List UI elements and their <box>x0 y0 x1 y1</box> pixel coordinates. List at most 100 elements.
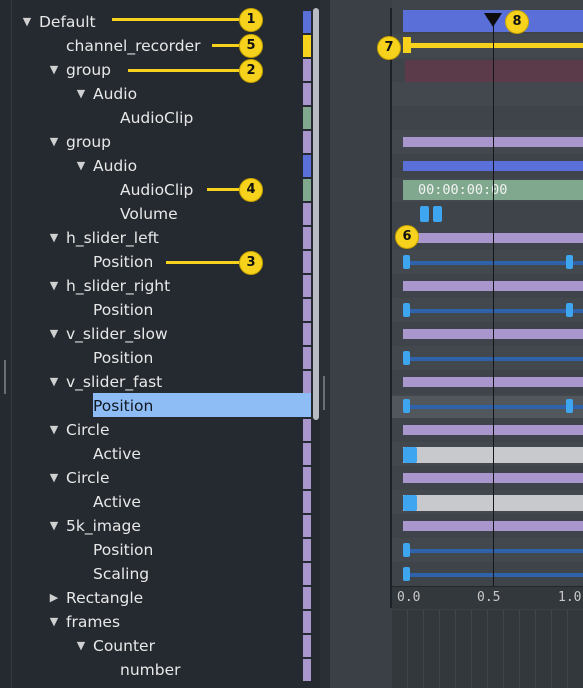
tree-row[interactable]: ▼ group <box>12 130 312 154</box>
tree-row[interactable]: number <box>12 658 312 682</box>
expand-down-icon[interactable]: ▼ <box>47 514 61 538</box>
track-color-swatch <box>303 539 311 561</box>
circle-active-keyframe[interactable] <box>403 495 417 511</box>
expand-down-icon[interactable]: ▼ <box>74 154 88 178</box>
tree-row-label: AudioClip <box>120 109 194 127</box>
tree-row[interactable]: ▼ 5k_image <box>12 514 312 538</box>
callout-badge: 8 <box>505 10 529 34</box>
tree-scrollbar[interactable] <box>313 8 319 420</box>
keyframe[interactable] <box>403 399 410 413</box>
tree-row[interactable]: ▼ Audio <box>12 154 312 178</box>
tree-row-label: group <box>66 133 112 151</box>
tree-row-label: h_slider_left <box>66 229 159 247</box>
tree-row[interactable]: ▼ Counter <box>12 634 312 658</box>
tree-row[interactable]: Position <box>12 250 312 274</box>
track-color-swatch <box>303 11 311 33</box>
tree-row[interactable]: ▼ h_slider_left <box>12 226 312 250</box>
tree-row[interactable]: Position <box>12 298 312 322</box>
tree-row[interactable]: AudioClip <box>12 178 312 202</box>
keyframe[interactable] <box>403 255 410 269</box>
callout-leader-line <box>166 261 240 264</box>
keyframe-track-line <box>408 573 583 577</box>
keyframe[interactable] <box>566 255 573 269</box>
expand-down-icon[interactable]: ▼ <box>47 274 61 298</box>
tree-row-label: AudioClip <box>120 181 194 199</box>
left-resize-grip[interactable] <box>4 360 6 394</box>
expand-down-icon[interactable]: ▼ <box>74 634 88 658</box>
keyframe[interactable] <box>566 303 573 317</box>
track-color-swatch <box>303 371 311 393</box>
tree-row[interactable]: Active <box>12 490 312 514</box>
tree-row-label: number <box>120 661 181 679</box>
tree-row[interactable]: ▶ Rectangle <box>12 586 312 610</box>
keyframe-track-line <box>408 549 583 553</box>
tree-row[interactable]: ▼ Circle <box>12 466 312 490</box>
track-color-swatch <box>303 59 311 81</box>
tree-row[interactable]: channel_recorder <box>12 34 312 58</box>
tree-row[interactable]: ▼ Audio <box>12 82 312 106</box>
circle-active-keyframe[interactable] <box>403 447 417 463</box>
tree-row[interactable]: Position <box>12 346 312 370</box>
tree-row-label: 5k_image <box>66 517 141 535</box>
keyframe[interactable] <box>566 399 573 413</box>
expand-down-icon[interactable]: ▼ <box>20 10 34 34</box>
tree-row[interactable]: ▼ frames <box>12 610 312 634</box>
tree-row-label: channel_recorder <box>66 37 201 55</box>
tree-row[interactable]: ▼ v_slider_slow <box>12 322 312 346</box>
expand-down-icon[interactable]: ▼ <box>47 226 61 250</box>
track-color-swatch <box>303 515 311 537</box>
callout-badge: 5 <box>239 34 263 58</box>
tree-row[interactable]: ▼ h_slider_right <box>12 274 312 298</box>
expand-down-icon[interactable]: ▼ <box>47 466 61 490</box>
tree-row-label: Position <box>93 301 154 319</box>
tree-row[interactable]: Scaling <box>12 562 312 586</box>
tree-row[interactable]: Active <box>12 442 312 466</box>
tree-row[interactable]: AudioClip <box>12 106 312 130</box>
callout-badge: 4 <box>239 178 263 202</box>
gridline <box>551 610 552 688</box>
tree-row[interactable]: Position <box>12 538 312 562</box>
gridline <box>519 610 520 688</box>
tree-row[interactable]: ▼ v_slider_fast <box>12 370 312 394</box>
expand-down-icon[interactable]: ▼ <box>47 322 61 346</box>
gridline <box>407 610 408 688</box>
tree-row[interactable]: ▼ Default <box>12 10 312 34</box>
expand-down-icon[interactable]: ▼ <box>47 130 61 154</box>
collapse-right-icon[interactable]: ▶ <box>47 586 61 610</box>
tree-row[interactable]: Position <box>12 394 312 418</box>
expand-down-icon[interactable]: ▼ <box>47 610 61 634</box>
tree-row-label: group <box>66 61 112 79</box>
tree-row-label: Active <box>93 493 141 511</box>
expand-down-icon[interactable]: ▼ <box>47 418 61 442</box>
tree-row[interactable]: Volume <box>12 202 312 226</box>
tree-row[interactable]: ▼ Circle <box>12 418 312 442</box>
track-color-swatch <box>303 155 311 177</box>
track-color-swatch <box>303 35 311 57</box>
keyframe[interactable] <box>403 567 410 581</box>
keyframe[interactable] <box>403 351 410 365</box>
channel-recorder-start-marker[interactable] <box>403 37 411 53</box>
splitter-grip[interactable] <box>323 376 325 410</box>
keyframe[interactable] <box>403 543 410 557</box>
tree-row-label: Default <box>39 13 96 31</box>
ruler-label-1: 0.5 <box>477 590 501 605</box>
keyframe[interactable] <box>403 303 410 317</box>
panel-splitter[interactable] <box>320 0 330 688</box>
track-color-swatch <box>303 251 311 273</box>
keyframe-track-line <box>408 309 583 313</box>
track-color-swatch <box>303 467 311 489</box>
callout-badge: 2 <box>239 59 263 83</box>
audio-keyframe[interactable] <box>420 206 429 222</box>
expand-down-icon[interactable]: ▼ <box>47 58 61 82</box>
audio-keyframe[interactable] <box>433 206 442 222</box>
keyframe-track-line <box>408 405 583 409</box>
recorder-region[interactable] <box>405 60 583 82</box>
ruler-label-2: 1.0 <box>558 590 582 605</box>
playhead-line[interactable] <box>493 18 494 588</box>
channel-recorder-bar[interactable] <box>405 43 583 48</box>
track-color-swatch <box>303 347 311 369</box>
expand-down-icon[interactable]: ▼ <box>47 370 61 394</box>
expand-down-icon[interactable]: ▼ <box>74 82 88 106</box>
keyframe-track-line <box>408 357 583 361</box>
playhead-marker-icon[interactable] <box>484 13 502 27</box>
